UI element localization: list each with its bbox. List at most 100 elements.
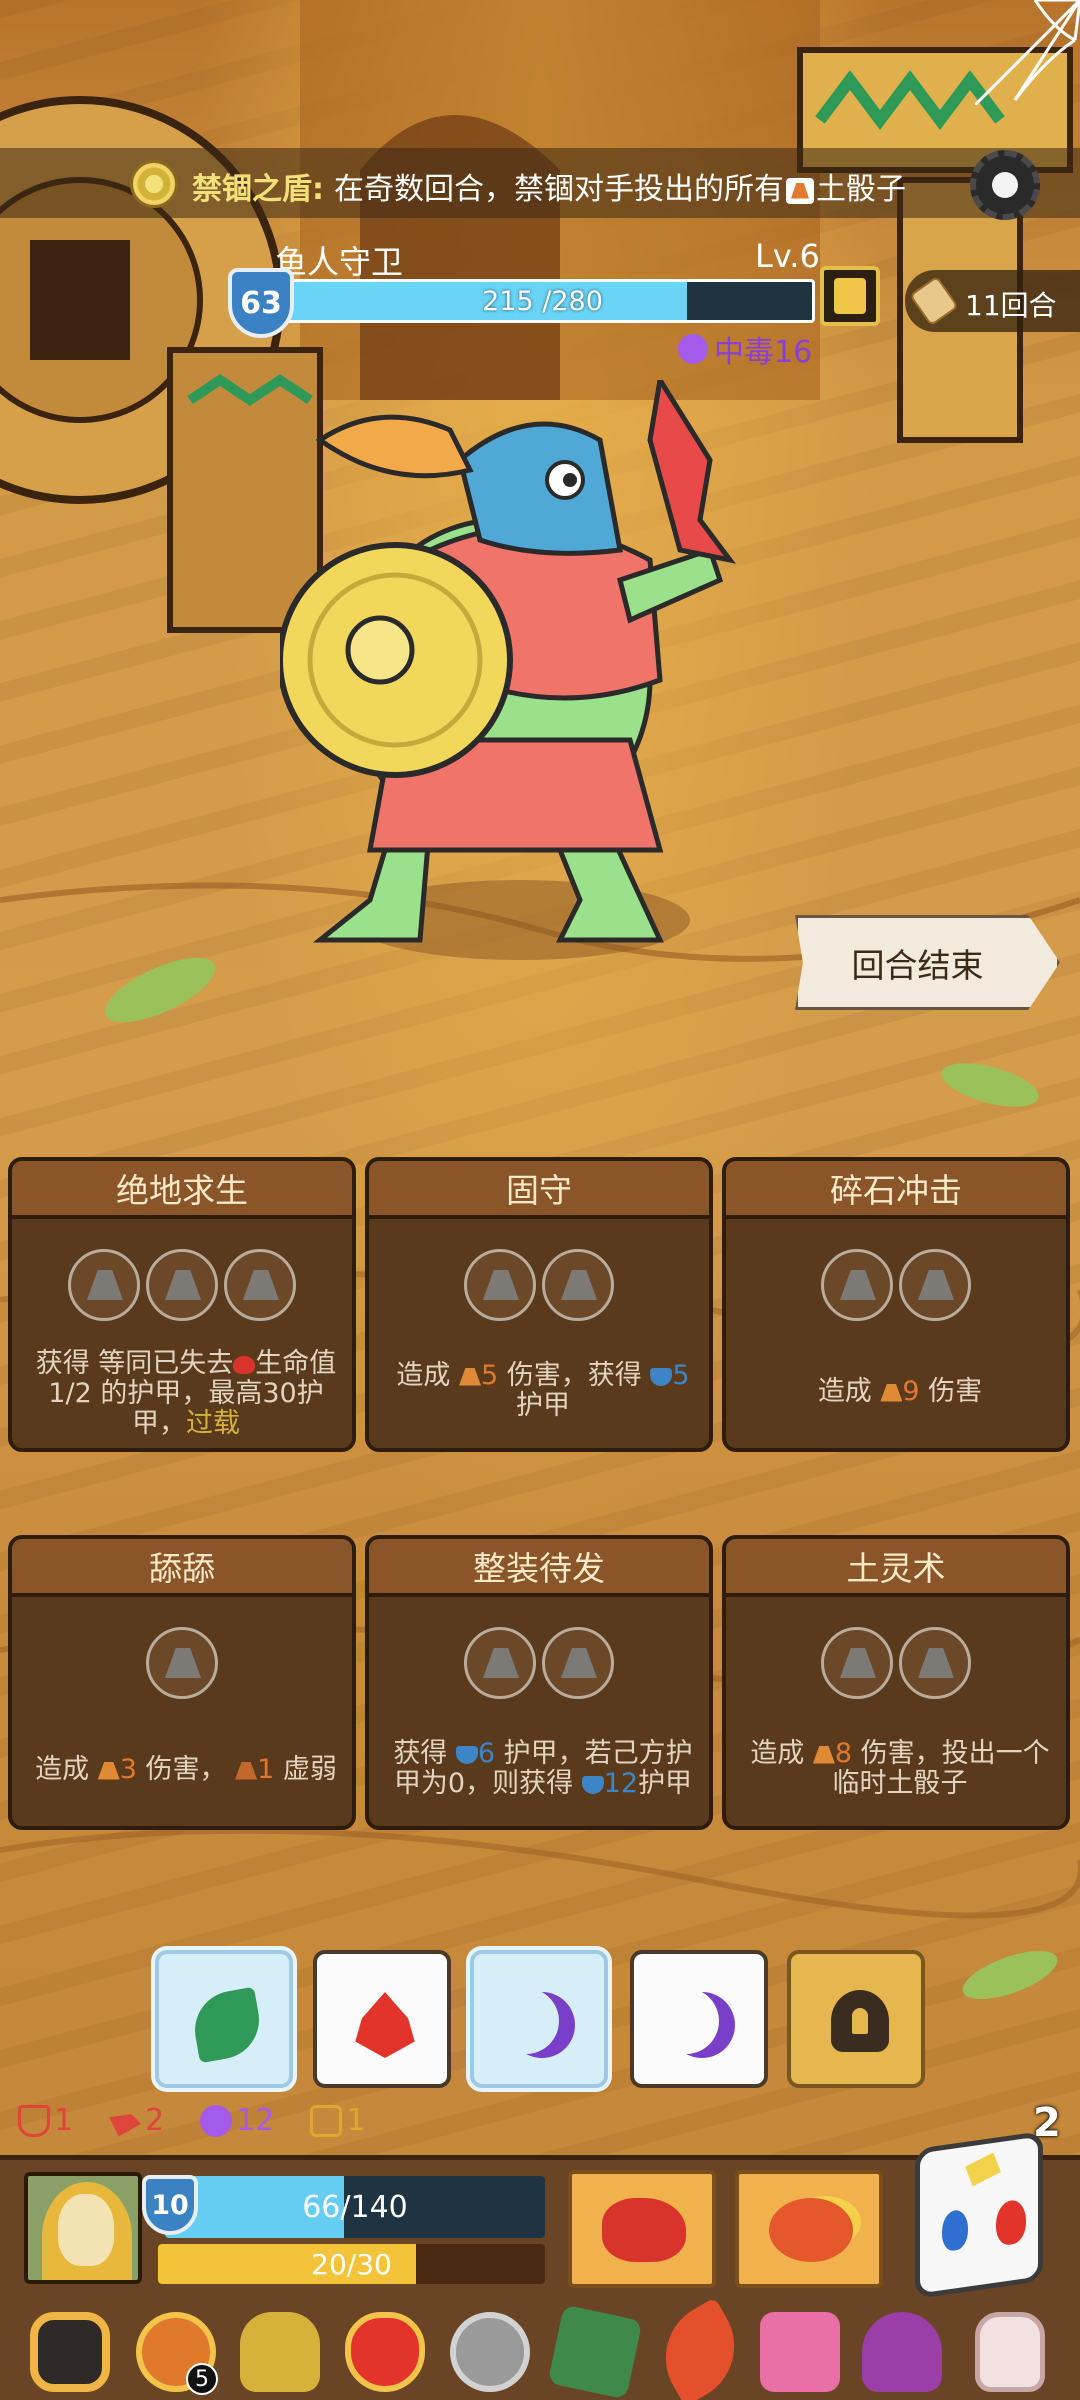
relic-count-badge: 5 (186, 2363, 218, 2395)
spiked-fist-icon (602, 2198, 686, 2262)
dice-slot[interactable] (899, 1627, 971, 1699)
dice-slot[interactable] (464, 1627, 536, 1699)
round-counter: 11回合 (905, 270, 1080, 332)
enemy-ability-banner: 禁锢之盾: 在奇数回合，禁锢对手投出的所有 土骰子 (0, 148, 1080, 218)
lock-icon (831, 1990, 889, 2052)
cursed-heart-relic-icon[interactable] (862, 2312, 942, 2392)
poison-icon (678, 334, 708, 364)
lightning-face-icon (965, 2152, 1001, 2187)
dice-slots (369, 1627, 709, 1699)
dice-slot[interactable] (224, 1249, 296, 1321)
card-description: 造成 9 伤害 (817, 1376, 983, 1407)
status-poison[interactable]: 12 (200, 2103, 274, 2138)
armor-icon (581, 1775, 604, 1794)
heart-box-relic-icon[interactable] (760, 2312, 840, 2392)
ability-title: 禁锢之盾: (192, 172, 324, 207)
reroll-dice-button[interactable] (915, 2131, 1043, 2299)
dice-slot[interactable] (542, 1627, 614, 1699)
earth-icon (97, 1761, 120, 1780)
skill-card-hold-fast[interactable]: 固守 造成 5 伤害，获得 5 护甲 (365, 1157, 713, 1452)
status-armor-break[interactable]: 1 (18, 2103, 73, 2138)
card-title: 土灵术 (726, 1539, 1066, 1597)
dice-slot[interactable] (464, 1249, 536, 1321)
dice-slots (369, 1249, 709, 1321)
shield-coin-icon (130, 160, 178, 208)
skill-card-rock-smash[interactable]: 碎石冲击 造成 9 伤害 (722, 1157, 1070, 1452)
player-status-effects: 1 2 12 1 (18, 2103, 365, 2138)
enemy-poison-status[interactable]: 中毒16 (678, 327, 812, 371)
die-moon[interactable] (630, 1950, 768, 2088)
dice-slots (726, 1627, 1066, 1699)
skill-card-earth-spell[interactable]: 土灵术 造成 8 伤害，投出一个临时土骰子 (722, 1535, 1070, 1830)
scroll-icon (909, 275, 959, 327)
skill-card-desperate-survival[interactable]: 绝地求生 获得 等同已失去 生命值1/2 的护甲，最高30护甲，过载 (8, 1157, 356, 1452)
die-fire[interactable] (313, 1950, 451, 2088)
status-lock[interactable]: 1 (310, 2103, 365, 2138)
dice-slot[interactable] (68, 1249, 140, 1321)
earth-die-icon (786, 177, 814, 204)
dice-slot[interactable] (899, 1249, 971, 1321)
lock-icon (310, 2104, 343, 2137)
green-tome-relic-icon[interactable] (547, 2304, 643, 2400)
ability-description: 在奇数回合，禁锢对手投出的所有 土骰子 (334, 172, 906, 207)
card-title: 绝地求生 (12, 1161, 352, 1219)
player-energy-text: 20/30 (311, 2247, 392, 2281)
dice-slot[interactable] (146, 1249, 218, 1321)
gear-relic-icon[interactable] (30, 2312, 110, 2392)
moon-icon (509, 1992, 575, 2058)
card-description: 获得 等同已失去 生命值1/2 的护甲，最高30护甲，过载 (35, 1348, 337, 1439)
card-title: 碎石冲击 (726, 1161, 1066, 1219)
weak-icon (235, 1761, 258, 1780)
enemy-level: Lv.6 (755, 237, 820, 275)
card-title: 固守 (369, 1161, 709, 1219)
earth-icon (880, 1383, 903, 1402)
dice-slot[interactable] (542, 1249, 614, 1321)
skill-card-ready-to-go[interactable]: 整装待发 获得 6 护甲，若己方护甲为0，则获得 12护甲 (365, 1535, 713, 1830)
player-armor-badge: 10 (142, 2175, 198, 2235)
explosion-skill-button[interactable] (735, 2170, 883, 2288)
fire-icon (355, 1992, 415, 2058)
card-description: 造成 3 伤害， 1 虚弱 (35, 1754, 337, 1785)
dice-slot[interactable] (821, 1249, 893, 1321)
enemy-hp-bar: 215 /280 (270, 279, 815, 323)
enemy-name: 鱼人守卫 (275, 243, 404, 281)
burn-icon (109, 2114, 142, 2137)
die-locked[interactable] (787, 1950, 925, 2088)
card-title: 整装待发 (369, 1539, 709, 1597)
end-turn-button[interactable]: 回合结束 (795, 915, 1060, 1010)
shield-broken-icon (18, 2104, 50, 2137)
armor-icon (455, 1745, 478, 1764)
status-burn[interactable]: 2 (109, 2103, 164, 2138)
helmet-relic-icon[interactable] (240, 2312, 320, 2392)
fire-face-icon (996, 2198, 1026, 2247)
explosion-icon (769, 2198, 853, 2262)
dice-slots (12, 1249, 352, 1321)
card-description: 造成 5 伤害，获得 5 护甲 (396, 1360, 690, 1421)
card-description: 获得 6 护甲，若己方护甲为0，则获得 12护甲 (393, 1738, 693, 1799)
die-moon-frozen[interactable] (470, 1950, 608, 2088)
leaf-icon (188, 1986, 266, 2064)
player-avatar[interactable] (24, 2172, 142, 2284)
dice-slot[interactable] (821, 1627, 893, 1699)
moon-icon (669, 1992, 735, 2058)
heart-icon (233, 1355, 256, 1374)
cobweb-decoration (975, 0, 1080, 105)
fist-skill-button[interactable] (568, 2170, 716, 2288)
book-icon (834, 278, 866, 314)
die-leaf-frozen[interactable] (155, 1950, 293, 2088)
player-hp-text: 66/140 (302, 2189, 408, 2225)
heart-amulet-relic-icon[interactable] (345, 2312, 425, 2392)
avatar-face (58, 2194, 114, 2266)
coin-relic-icon[interactable] (450, 2312, 530, 2392)
potion-jar-relic-icon[interactable] (975, 2312, 1045, 2392)
dice-slot[interactable] (146, 1627, 218, 1699)
fishman-guard-sprite[interactable] (280, 380, 820, 970)
enemy-info-button[interactable] (820, 266, 880, 326)
enemy-hp-text: 215 /280 (482, 285, 603, 317)
armor-icon (650, 1367, 673, 1386)
water-face-icon (942, 2208, 968, 2253)
settings-gear-icon[interactable] (970, 150, 1040, 220)
card-title: 舔舔 (12, 1539, 352, 1597)
player-hp-bar: 66/140 (165, 2176, 545, 2238)
skill-card-lick[interactable]: 舔舔 造成 3 伤害， 1 虚弱 (8, 1535, 356, 1830)
